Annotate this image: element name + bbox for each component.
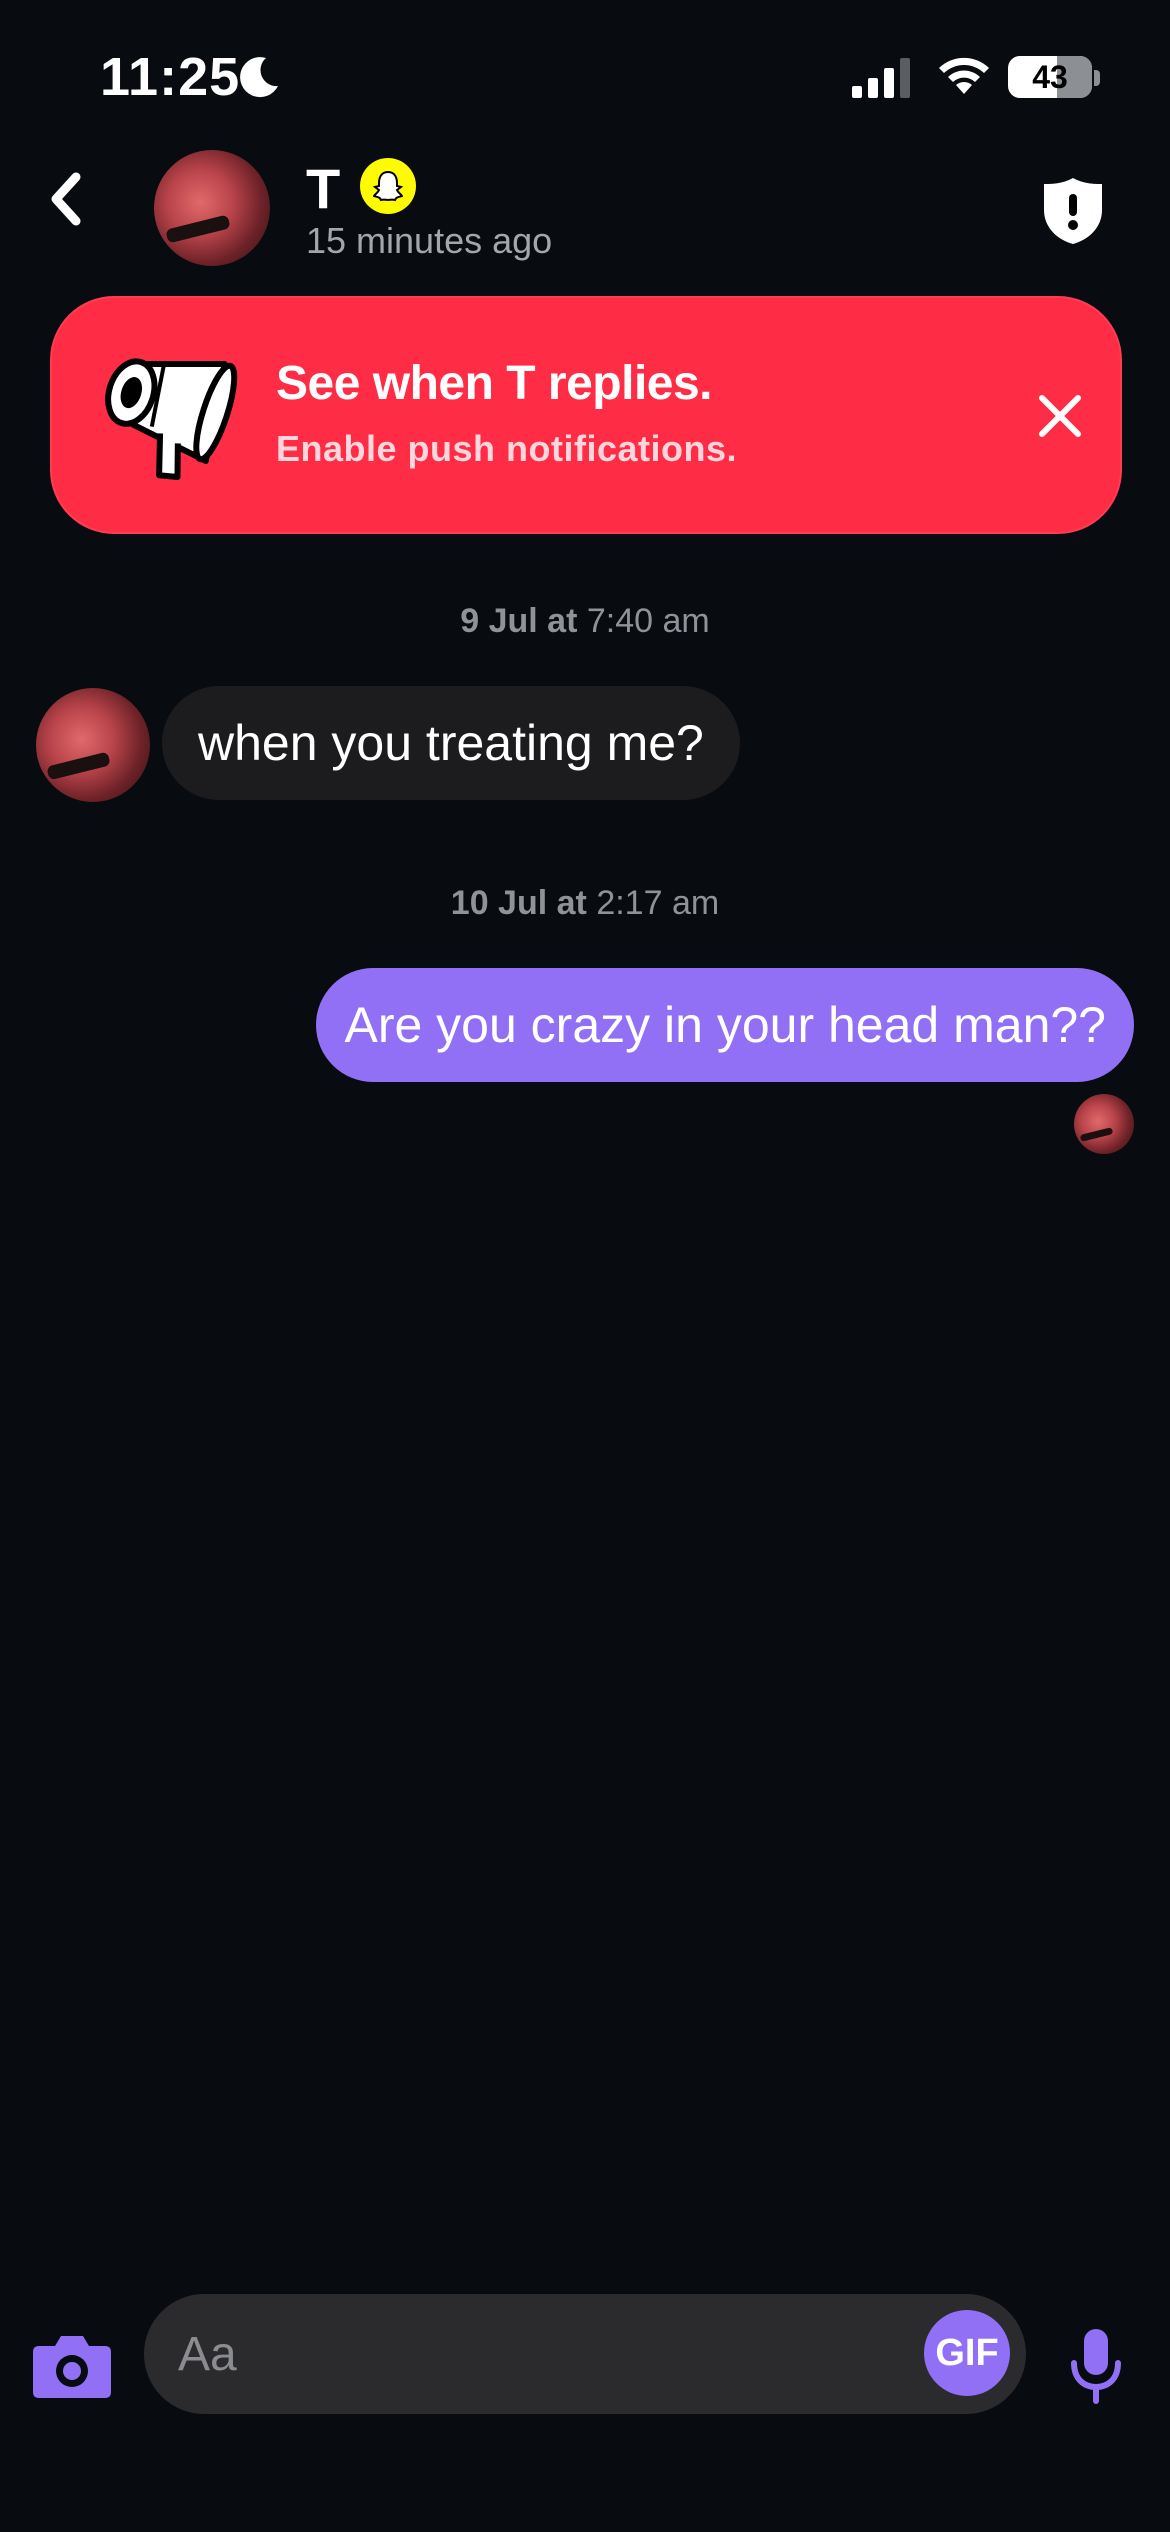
outgoing-message-bubble[interactable]: Are you crazy in your head man?? <box>316 968 1134 1082</box>
message-input[interactable] <box>178 2294 858 2414</box>
safety-button[interactable] <box>1040 176 1106 246</box>
gif-button[interactable]: GIF <box>924 2310 1010 2396</box>
time-label: 7:40 am <box>586 602 710 640</box>
microphone-icon <box>1071 2329 1121 2404</box>
banner-close-button[interactable] <box>1012 368 1108 464</box>
moon-icon <box>240 57 278 98</box>
snapchat-badge <box>360 158 416 214</box>
close-icon <box>1039 395 1081 437</box>
date-label: 10 Jul at <box>450 884 587 922</box>
date-separator: 10 Jul at 2:17 am <box>0 884 1170 923</box>
sender-avatar[interactable] <box>36 688 150 802</box>
battery-nub <box>1094 70 1100 86</box>
contact-avatar[interactable] <box>154 150 270 266</box>
status-bar: 11:25 43 <box>0 0 1170 150</box>
message-composer: GIF <box>0 2280 1170 2460</box>
megaphone-icon <box>105 358 238 480</box>
message-input-container: GIF <box>144 2294 1026 2414</box>
date-separator: 9 Jul at 7:40 am <box>0 602 1170 641</box>
last-seen-status: 15 minutes ago <box>306 220 553 261</box>
battery-indicator: 43 <box>1008 56 1092 98</box>
date-label: 9 Jul at <box>460 602 578 640</box>
banner-subtitle: Enable push notifications. <box>276 428 738 469</box>
status-time: 11:25 <box>100 47 241 107</box>
message-text: when you treating me? <box>198 715 704 771</box>
incoming-message-bubble[interactable]: when you treating me? <box>162 686 740 800</box>
push-notification-banner[interactable]: See when T replies. Enable push notifica… <box>50 296 1122 534</box>
back-chevron-icon <box>51 172 81 226</box>
signal-icon <box>852 58 910 98</box>
shield-alert-icon <box>1044 178 1102 244</box>
read-receipt-avatar <box>1074 1094 1134 1154</box>
voice-note-button[interactable] <box>1064 2324 1128 2410</box>
ghost-icon <box>372 170 404 202</box>
back-button[interactable] <box>38 164 94 234</box>
camera-button[interactable] <box>30 2324 114 2408</box>
time-label: 2:17 am <box>596 884 720 922</box>
message-text: Are you crazy in your head man?? <box>344 997 1106 1053</box>
wifi-icon <box>939 57 989 94</box>
banner-title: See when T replies. <box>276 357 713 410</box>
battery-level: 43 <box>1032 58 1068 95</box>
contact-name[interactable]: T <box>306 156 340 221</box>
chat-header: T 15 minutes ago <box>0 140 1170 280</box>
chat-screen: 11:25 43 T 15 minutes ago See when T rep… <box>0 0 1170 2532</box>
camera-icon <box>33 2336 111 2398</box>
